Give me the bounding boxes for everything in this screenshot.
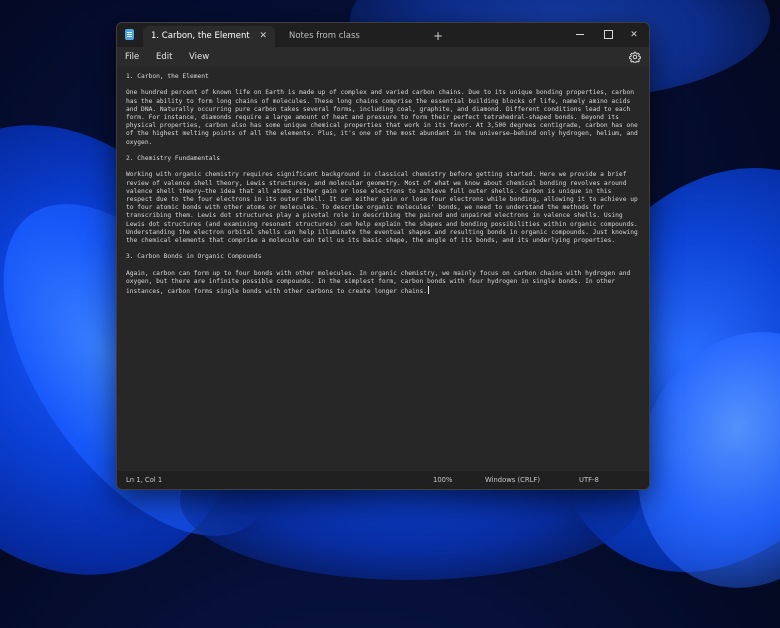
minimize-button[interactable] <box>567 23 593 47</box>
notepad-window: 1. Carbon, the Element ✕ Notes from clas… <box>116 22 650 490</box>
heading-line: 1. Carbon, the Element <box>126 73 209 80</box>
title-bar[interactable]: 1. Carbon, the Element ✕ Notes from clas… <box>117 23 649 47</box>
tab-notes-from-class[interactable]: Notes from class <box>281 26 423 47</box>
heading-line: 3. Carbon Bonds in Organic Compounds <box>126 253 262 261</box>
text-caret <box>428 286 430 295</box>
tab-carbon-the-element[interactable]: 1. Carbon, the Element ✕ <box>143 26 275 47</box>
cursor-position[interactable]: Ln 1, Col 1 <box>126 471 162 489</box>
new-tab-button[interactable]: + <box>429 26 447 47</box>
text-editor[interactable]: 1. Carbon, the Element One hundred perce… <box>117 67 649 471</box>
maximize-button[interactable] <box>595 23 621 47</box>
heading-line: 2. Chemistry Fundamentals <box>126 155 221 162</box>
menu-view[interactable]: View <box>189 47 209 67</box>
status-bar: Ln 1, Col 1 100% Windows (CRLF) UTF-8 <box>117 471 649 489</box>
tab-close-icon[interactable]: ✕ <box>259 26 267 47</box>
settings-gear-icon[interactable] <box>629 51 641 63</box>
menu-bar: File Edit View <box>117 47 649 67</box>
notepad-app-icon <box>125 29 134 40</box>
paragraph-with-caret: Again, carbon can form up to four bonds … <box>126 270 640 297</box>
paragraph: Working with organic chemistry requires … <box>126 171 638 245</box>
paragraph: One hundred percent of known life on Ear… <box>126 89 638 146</box>
close-window-button[interactable]: ✕ <box>621 23 647 47</box>
tab-label: Notes from class <box>289 31 360 41</box>
maximize-icon <box>603 30 613 39</box>
line-ending[interactable]: Windows (CRLF) <box>485 471 540 489</box>
tab-label: 1. Carbon, the Element <box>151 31 250 41</box>
menu-file[interactable]: File <box>125 47 139 67</box>
zoom-level[interactable]: 100% <box>433 471 452 489</box>
paragraph: Again, carbon can form up to four bonds … <box>126 269 631 296</box>
encoding[interactable]: UTF-8 <box>579 471 599 489</box>
menu-edit[interactable]: Edit <box>156 47 172 67</box>
minimize-icon <box>576 34 584 35</box>
